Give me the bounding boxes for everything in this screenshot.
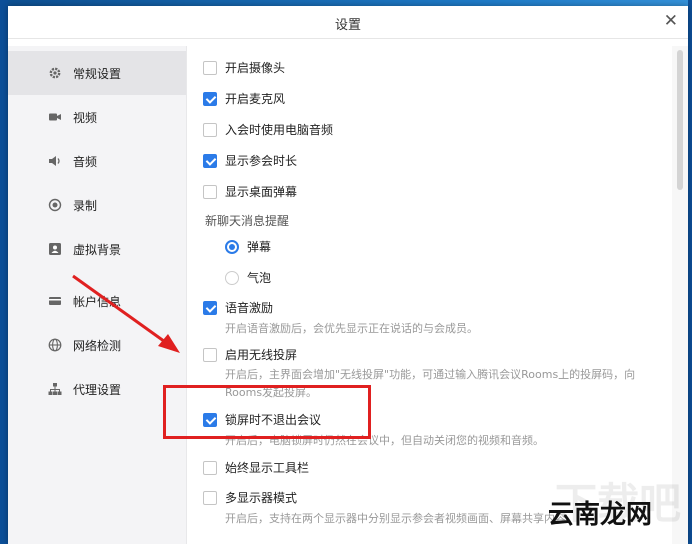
- watermark: 云南龙网: [548, 500, 653, 530]
- annotation-arrow: [72, 274, 180, 353]
